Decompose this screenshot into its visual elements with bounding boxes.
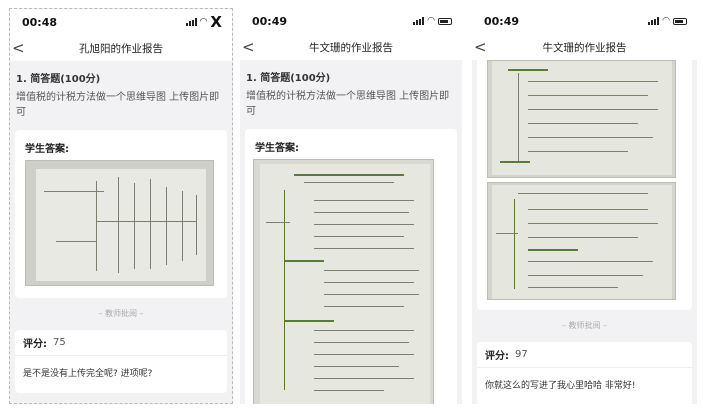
score-value: 75 (53, 337, 66, 348)
status-time: 00:48 (22, 15, 58, 29)
teacher-comment: 是不是没有上传完全呢? 进项呢? (23, 369, 153, 379)
answer-image[interactable] (487, 60, 676, 178)
question-text: 增值税的计税方法做一个思维导图 上传图片即可 (16, 92, 220, 118)
signal-icon (185, 18, 197, 26)
nav-bar: < 孔旭阳的作业报告 (10, 35, 232, 61)
question-section: 1. 简答题(100分) 增值税的计税方法做一个思维导图 上传图片即可 (240, 60, 462, 129)
grading-card: 评分: 97 你就这么的写进了我心里哈哈 非常好! (477, 342, 692, 404)
score-label: 评分: (485, 351, 509, 362)
status-time: 00:49 (484, 14, 520, 28)
status-bar: 00:49 ◠ (240, 8, 462, 34)
battery-icon (438, 17, 452, 25)
score-value: 97 (515, 349, 528, 360)
signal-icon (648, 17, 660, 25)
answer-image[interactable] (253, 159, 434, 404)
answer-image[interactable] (25, 160, 214, 286)
status-time: 00:49 (252, 14, 288, 28)
score-row: 评分: 97 (477, 342, 692, 368)
answer-card: 学生答案: (245, 129, 457, 404)
teacher-comment: 你就这么的写进了我心里哈哈 非常好! (485, 381, 636, 391)
signal-icon (413, 17, 425, 25)
teacher-review-divider: – 教师批阅 – (98, 309, 144, 318)
page-title: 孔旭阳的作业报告 (79, 42, 163, 55)
score-row: 评分: 75 (15, 330, 227, 356)
answer-card (477, 60, 692, 310)
chevron-left-icon[interactable]: < (474, 38, 487, 56)
status-icons: ◠ (648, 16, 687, 26)
close-icon[interactable]: X (210, 14, 222, 30)
phone-screen-2: 00:49 ◠ < 牛文珊的作业报告 1. 简答题(100分) 增值税的计税方法… (240, 8, 462, 404)
question-section: 1. 简答题(100分) 增值税的计税方法做一个思维导图 上传图片即可 (10, 61, 232, 130)
answer-image[interactable] (487, 182, 676, 300)
page-title: 牛文珊的作业报告 (309, 41, 393, 54)
page-title: 牛文珊的作业报告 (542, 41, 627, 54)
status-bar: 00:49 ◠ (472, 8, 697, 34)
question-heading: 1. 简答题(100分) (16, 74, 101, 85)
phone-screen-3: 00:49 ◠ < 牛文珊的作业报告 – 教师批阅 – 评分: 97 你就这么的… (472, 8, 697, 404)
grading-card: 评分: 75 是不是没有上传完全呢? 进项呢? (15, 330, 227, 393)
answer-label: 学生答案: (255, 143, 299, 154)
status-bar: 00:48 ◠ X (10, 9, 232, 35)
answer-card: 学生答案: (15, 130, 227, 298)
wifi-icon: ◠ (662, 16, 670, 26)
nav-bar: < 牛文珊的作业报告 (472, 34, 697, 60)
chevron-left-icon[interactable]: < (242, 38, 255, 56)
status-icons: ◠ X (185, 14, 222, 30)
status-icons: ◠ (413, 16, 452, 26)
wifi-icon: ◠ (427, 16, 435, 26)
nav-bar: < 牛文珊的作业报告 (240, 34, 462, 60)
teacher-review-divider: – 教师批阅 – (561, 321, 608, 330)
score-label: 评分: (23, 339, 47, 350)
question-heading: 1. 简答题(100分) (246, 73, 331, 84)
phone-screen-1: 00:48 ◠ X < 孔旭阳的作业报告 1. 简答题(100分) 增值税的计税… (9, 8, 233, 404)
answer-label: 学生答案: (25, 144, 69, 155)
chevron-left-icon[interactable]: < (12, 39, 25, 57)
question-text: 增值税的计税方法做一个思维导图 上传图片即可 (246, 91, 450, 117)
battery-icon (673, 17, 687, 25)
wifi-icon: ◠ (199, 17, 208, 27)
